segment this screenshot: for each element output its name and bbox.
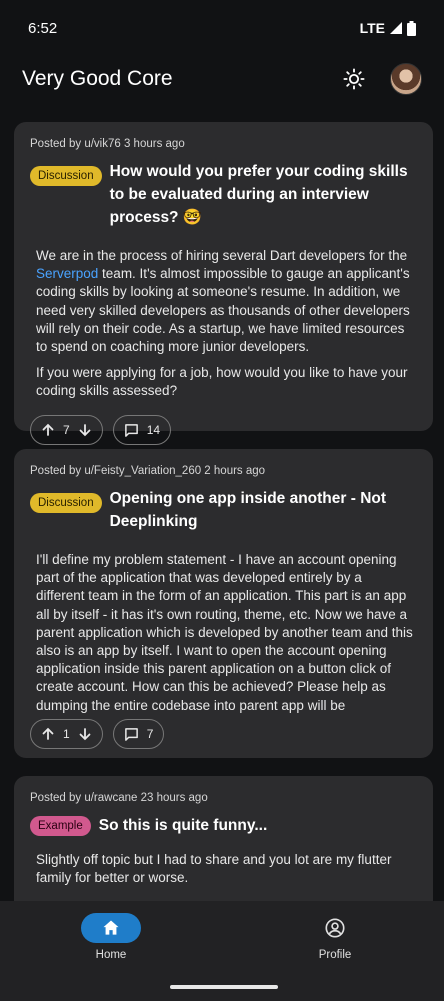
post-meta: Posted by u/Feisty_Variation_260 2 hours… xyxy=(30,465,266,477)
upvote-arrow-icon[interactable] xyxy=(41,727,55,741)
nav-item-home[interactable]: Home xyxy=(51,913,171,961)
post-body-text: Slightly off topic but I had to share an… xyxy=(36,852,392,886)
vote-control: 7 xyxy=(30,415,103,445)
flair-badge: Discussion xyxy=(30,493,102,513)
post-body: I'll define my problem statement - I hav… xyxy=(30,551,417,715)
downvote-arrow-icon[interactable] xyxy=(78,423,92,437)
downvote-arrow-icon[interactable] xyxy=(78,727,92,741)
post-card[interactable]: Posted by u/rawcane 23 hours ago Example… xyxy=(14,776,433,902)
post-body-text: If you were applying for a job, how woul… xyxy=(36,365,408,399)
post-header: Discussion How would you prefer your cod… xyxy=(30,160,417,229)
post-title[interactable]: How would you prefer your coding skills … xyxy=(110,160,417,229)
comment-count: 7 xyxy=(146,727,154,741)
comment-count: 14 xyxy=(146,423,161,437)
nav-label-profile: Profile xyxy=(318,949,352,961)
post-feed[interactable]: Posted by u/vik76 3 hours ago Discussion… xyxy=(14,122,433,902)
sun-icon xyxy=(343,68,365,90)
upvote-arrow-icon[interactable] xyxy=(41,423,55,437)
app-bar: Very Good Core xyxy=(0,56,444,102)
comments-button[interactable]: 7 xyxy=(112,719,165,749)
post-body-link[interactable]: Serverpod xyxy=(36,266,98,281)
post-actions: 7 14 xyxy=(30,415,417,445)
comment-icon xyxy=(124,423,138,437)
flair-badge: Example xyxy=(30,816,91,836)
post-header: Discussion Opening one app inside anothe… xyxy=(30,487,417,533)
post-body: Slightly off topic but I had to share an… xyxy=(30,851,417,902)
signal-icon xyxy=(390,22,402,34)
nav-item-profile[interactable]: Profile xyxy=(275,913,395,961)
status-indicators: LTE xyxy=(360,20,416,36)
post-card[interactable]: Posted by u/Feisty_Variation_260 2 hours… xyxy=(14,449,433,758)
home-icon xyxy=(103,920,119,935)
post-card[interactable]: Posted by u/vik76 3 hours ago Discussion… xyxy=(14,122,433,445)
vote-count: 7 xyxy=(63,423,70,437)
theme-toggle-button[interactable] xyxy=(340,65,368,93)
post-body-text: I'll define my problem statement - I hav… xyxy=(36,552,413,713)
app-title: Very Good Core xyxy=(22,67,173,90)
post-body-text: We are in the process of hiring several … xyxy=(36,248,408,263)
active-indicator xyxy=(81,913,141,943)
post-meta: Posted by u/rawcane 23 hours ago xyxy=(30,792,208,804)
nav-label-home: Home xyxy=(95,949,127,961)
account-circle-icon xyxy=(325,918,345,938)
post-body: We are in the process of hiring several … xyxy=(30,247,417,411)
comments-button[interactable]: 14 xyxy=(112,415,172,445)
battery-icon xyxy=(407,20,416,36)
status-time: 6:52 xyxy=(28,19,58,37)
post-title[interactable]: Opening one app inside another - Not Dee… xyxy=(110,487,417,533)
post-header: Example So this is quite funny... xyxy=(30,814,417,837)
flair-badge: Discussion xyxy=(30,166,102,186)
avatar[interactable] xyxy=(390,63,422,95)
post-actions: 1 7 xyxy=(30,719,417,749)
gesture-home-indicator[interactable] xyxy=(170,985,278,989)
network-type: LTE xyxy=(359,20,385,36)
comment-icon xyxy=(124,727,138,741)
vote-control: 1 xyxy=(30,719,103,749)
vote-count: 1 xyxy=(63,727,70,741)
status-bar: 6:52 LTE xyxy=(0,0,444,56)
post-meta: Posted by u/vik76 3 hours ago xyxy=(30,138,185,150)
post-title[interactable]: So this is quite funny... xyxy=(99,814,268,837)
